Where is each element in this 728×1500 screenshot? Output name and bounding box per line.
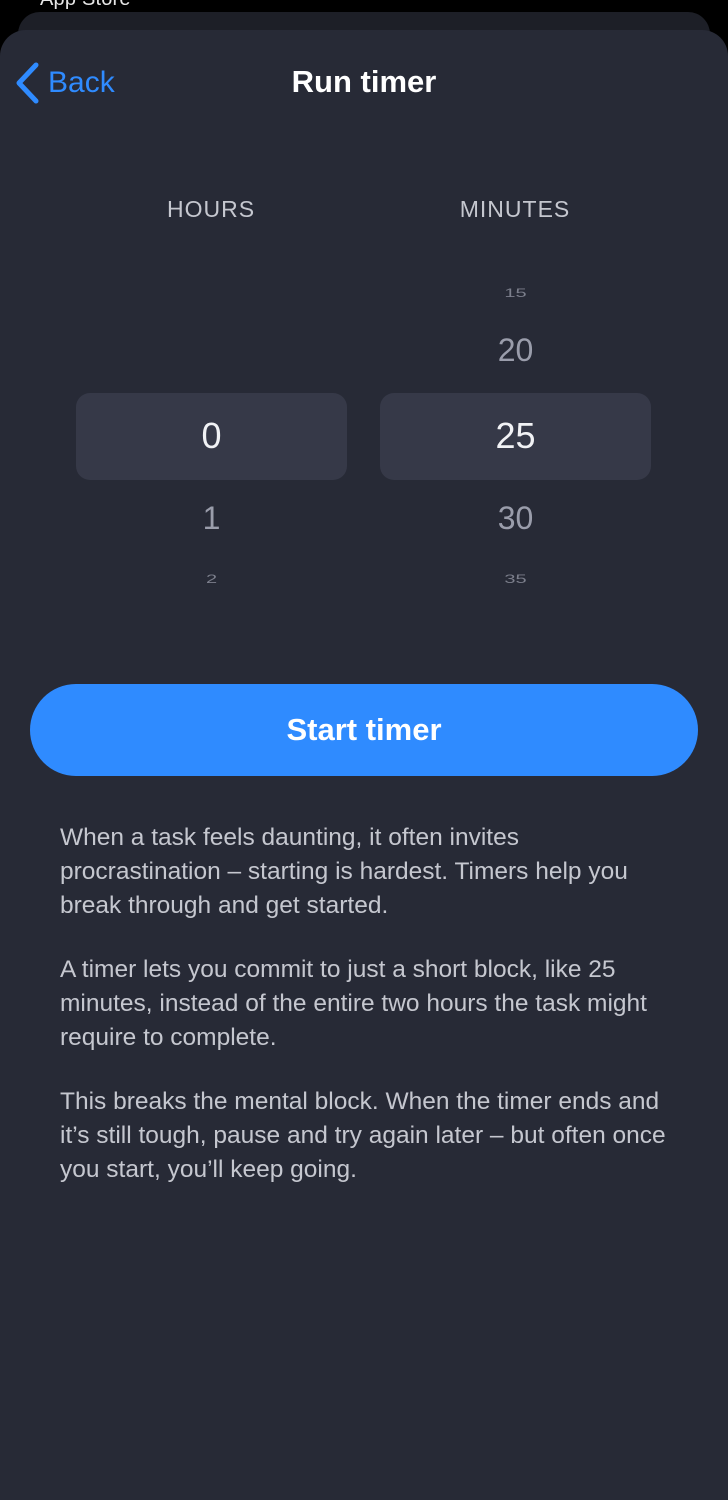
minutes-header: MINUTES bbox=[459, 196, 571, 222]
hours-selected-value[interactable]: 0 bbox=[76, 415, 347, 457]
minutes-option[interactable]: 30 bbox=[380, 500, 651, 537]
hours-option[interactable]: 2 bbox=[76, 573, 347, 587]
minutes-option[interactable]: 15 bbox=[380, 287, 651, 301]
description-paragraph: A timer lets you commit to just a short … bbox=[60, 956, 647, 1051]
minutes-option[interactable]: 20 bbox=[380, 332, 651, 369]
timer-sheet: Back Run timer HOURS MINUTES 0 1 2 15 20… bbox=[0, 30, 728, 1500]
minutes-selected-value[interactable]: 25 bbox=[380, 415, 651, 457]
screen: App Store Back Run timer HOURS MINUTES 0… bbox=[0, 0, 728, 1500]
start-timer-button[interactable]: Start timer bbox=[30, 684, 698, 776]
hours-header: HOURS bbox=[166, 196, 256, 222]
description-paragraph: This breaks the mental block. When the t… bbox=[60, 1088, 666, 1183]
page-title: Run timer bbox=[291, 64, 437, 99]
status-back-app-label[interactable]: App Store bbox=[40, 0, 131, 11]
description: When a task feels daunting, it often inv… bbox=[60, 821, 670, 1217]
description-paragraph: When a task feels daunting, it often inv… bbox=[60, 824, 628, 919]
minutes-option[interactable]: 35 bbox=[380, 573, 651, 587]
hours-option[interactable]: 1 bbox=[76, 500, 347, 537]
